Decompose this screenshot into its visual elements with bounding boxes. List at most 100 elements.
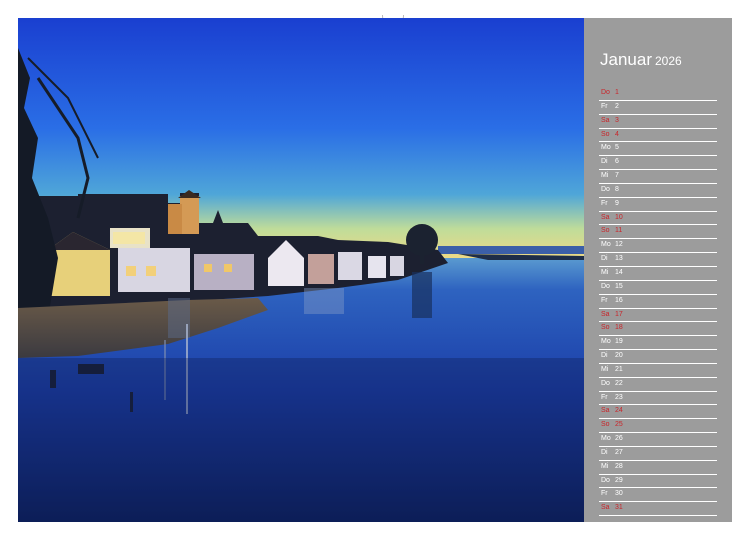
weekday-label: Do bbox=[601, 89, 610, 96]
weekday-label: Sa bbox=[601, 116, 610, 124]
day-number: 8 bbox=[615, 185, 619, 193]
weekday-label: Di bbox=[601, 352, 608, 360]
day-row: Do 29 bbox=[599, 475, 717, 489]
day-row: So 25 bbox=[599, 419, 717, 434]
day-number: 31 bbox=[615, 504, 623, 512]
day-row: So 11 bbox=[599, 225, 717, 240]
weekday-label: Sa bbox=[601, 213, 610, 221]
weekday-label: So bbox=[601, 324, 610, 332]
weekday-label: Mo bbox=[601, 338, 611, 346]
day-number: 13 bbox=[615, 255, 623, 263]
calendar-page: Januar 2026 Do 1 Fr 2 Sa 3 So 4 Mo 5 Di 6 Mi 7 Do 8 Fr 9 Sa… bbox=[0, 0, 750, 540]
weekday-label: So bbox=[601, 130, 610, 138]
day-number: 18 bbox=[615, 324, 623, 332]
weekday-label: Mo bbox=[601, 241, 611, 249]
weekday-label: Mi bbox=[601, 365, 609, 373]
month-year: 2026 bbox=[654, 54, 682, 68]
weekday-label: Do bbox=[601, 185, 610, 193]
weekday-label: Fr bbox=[601, 102, 608, 110]
day-number: 17 bbox=[615, 310, 623, 318]
month-name: Januar bbox=[600, 50, 652, 69]
day-row: Do 1 bbox=[599, 87, 717, 101]
day-number: 1 bbox=[615, 89, 619, 96]
day-number: 11 bbox=[615, 227, 623, 235]
weekday-label: Di bbox=[601, 255, 608, 263]
day-row: Mo 5 bbox=[599, 142, 717, 157]
weekday-label: Sa bbox=[601, 310, 610, 318]
day-number: 15 bbox=[615, 282, 623, 290]
day-number: 14 bbox=[615, 268, 623, 276]
weekday-label: Mi bbox=[601, 462, 609, 470]
day-number: 9 bbox=[615, 199, 619, 207]
weekday-label: Sa bbox=[601, 504, 610, 512]
day-row: Do 8 bbox=[599, 184, 717, 198]
calendar-sidebar: Januar 2026 Do 1 Fr 2 Sa 3 So 4 Mo 5 Di 6 Mi 7 Do 8 Fr 9 Sa… bbox=[584, 18, 732, 522]
weekday-label: Di bbox=[601, 448, 608, 456]
weekday-label: Fr bbox=[601, 393, 608, 401]
weekday-label: Do bbox=[601, 282, 610, 290]
day-number: 21 bbox=[615, 365, 623, 373]
day-row: Di 20 bbox=[599, 350, 717, 364]
day-number: 25 bbox=[615, 421, 623, 429]
day-row: Sa 10 bbox=[599, 212, 717, 226]
weekday-label: Mi bbox=[601, 172, 609, 180]
weekday-label: Sa bbox=[601, 407, 610, 415]
day-row: Fr 2 bbox=[599, 101, 717, 115]
day-number: 5 bbox=[615, 144, 619, 152]
day-number: 26 bbox=[615, 435, 623, 443]
day-row: Fr 16 bbox=[599, 295, 717, 309]
days-list: Do 1 Fr 2 Sa 3 So 4 Mo 5 Di 6 Mi 7 Do 8 Fr 9 Sa 10 So 11 Mo 12 D… bbox=[599, 87, 717, 517]
day-number: 29 bbox=[615, 476, 623, 484]
weekday-label: Di bbox=[601, 158, 608, 166]
weekday-label: Mi bbox=[601, 268, 609, 276]
day-number: 28 bbox=[615, 462, 623, 470]
day-number: 6 bbox=[615, 158, 619, 166]
month-title: Januar 2026 bbox=[600, 50, 682, 70]
day-row: Mo 12 bbox=[599, 239, 717, 254]
day-number: 10 bbox=[615, 213, 623, 221]
weekday-label: Do bbox=[601, 379, 610, 387]
day-number: 2 bbox=[615, 102, 619, 110]
day-row: Mi 14 bbox=[599, 267, 717, 281]
weekday-label: So bbox=[601, 421, 610, 429]
day-row: Sa 31 bbox=[599, 502, 717, 517]
day-number: 23 bbox=[615, 393, 623, 401]
day-row: Sa 17 bbox=[599, 309, 717, 323]
day-number: 24 bbox=[615, 407, 623, 415]
day-row: Di 13 bbox=[599, 253, 717, 267]
day-row: Do 22 bbox=[599, 378, 717, 392]
day-row: Sa 3 bbox=[599, 115, 717, 129]
day-number: 27 bbox=[615, 448, 623, 456]
weekday-label: Fr bbox=[601, 296, 608, 304]
weekday-label: Fr bbox=[601, 199, 608, 207]
day-row: Di 6 bbox=[599, 156, 717, 171]
day-row: Mi 21 bbox=[599, 364, 717, 378]
weekday-label: Do bbox=[601, 476, 610, 484]
day-number: 12 bbox=[615, 241, 623, 249]
day-number: 7 bbox=[615, 172, 619, 180]
weekday-label: So bbox=[601, 227, 610, 235]
weekday-label: Fr bbox=[601, 490, 608, 498]
day-row: Di 27 bbox=[599, 447, 717, 461]
day-row: Sa 24 bbox=[599, 405, 717, 420]
day-row: Mi 7 bbox=[599, 170, 717, 184]
town-by-river-at-dusk-image bbox=[18, 18, 584, 522]
day-row: Fr 23 bbox=[599, 392, 717, 406]
day-number: 22 bbox=[615, 379, 623, 387]
day-number: 20 bbox=[615, 352, 623, 360]
weekday-label: Mo bbox=[601, 144, 611, 152]
day-row: Mo 19 bbox=[599, 336, 717, 351]
day-number: 3 bbox=[615, 116, 619, 124]
day-row: Do 15 bbox=[599, 281, 717, 295]
day-number: 19 bbox=[615, 338, 623, 346]
day-row: Fr 30 bbox=[599, 488, 717, 503]
day-row: So 4 bbox=[599, 129, 717, 143]
day-row: Fr 9 bbox=[599, 198, 717, 212]
day-row: So 18 bbox=[599, 322, 717, 337]
day-number: 4 bbox=[615, 130, 619, 138]
day-number: 30 bbox=[615, 490, 623, 498]
day-row: Mi 28 bbox=[599, 461, 717, 475]
weekday-label: Mo bbox=[601, 435, 611, 443]
day-row: Mo 26 bbox=[599, 433, 717, 447]
day-number: 16 bbox=[615, 296, 623, 304]
